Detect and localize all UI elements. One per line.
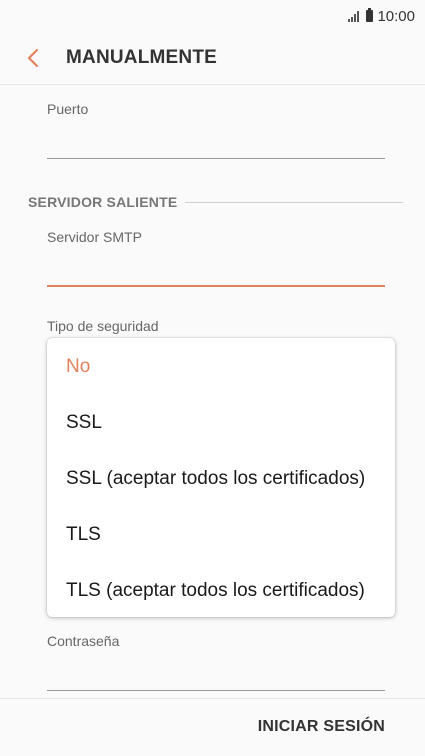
signal-icon: [348, 10, 360, 22]
security-type-label: Tipo de seguridad: [47, 318, 159, 334]
dropdown-option-tls[interactable]: TLS: [66, 524, 101, 546]
login-button[interactable]: INICIAR SESIÓN: [258, 718, 385, 736]
dropdown-option-tls-all-certs[interactable]: TLS (aceptar todos los certificados): [66, 580, 365, 602]
chevron-left-icon[interactable]: [22, 46, 46, 70]
smtp-server-label: Servidor SMTP: [47, 229, 142, 245]
dropdown-option-no[interactable]: No: [66, 356, 90, 378]
status-bar: 10:00: [0, 0, 425, 32]
password-underline: [47, 690, 385, 691]
status-time: 10:00: [377, 7, 415, 25]
battery-icon: [366, 8, 374, 22]
page-title: MANUALMENTE: [66, 47, 218, 68]
port-underline: [47, 158, 385, 159]
section-divider: [185, 201, 403, 203]
smtp-server-underline: [47, 285, 385, 287]
smtp-server-input[interactable]: [47, 256, 385, 284]
password-input[interactable]: [47, 660, 385, 688]
security-type-dropdown: No SSL SSL (aceptar todos los certificad…: [47, 338, 395, 617]
app-bar: MANUALMENTE: [0, 38, 425, 78]
port-label: Puerto: [47, 101, 89, 117]
section-title: SERVIDOR SALIENTE: [28, 194, 178, 210]
outgoing-server-section-header: SERVIDOR SALIENTE: [28, 194, 403, 210]
password-label: Contraseña: [47, 633, 120, 649]
dropdown-option-ssl-all-certs[interactable]: SSL (aceptar todos los certificados): [66, 468, 365, 490]
footer-divider: [0, 698, 425, 699]
port-input[interactable]: [47, 128, 385, 156]
dropdown-option-ssl[interactable]: SSL: [66, 412, 102, 434]
header-divider: [0, 84, 425, 85]
